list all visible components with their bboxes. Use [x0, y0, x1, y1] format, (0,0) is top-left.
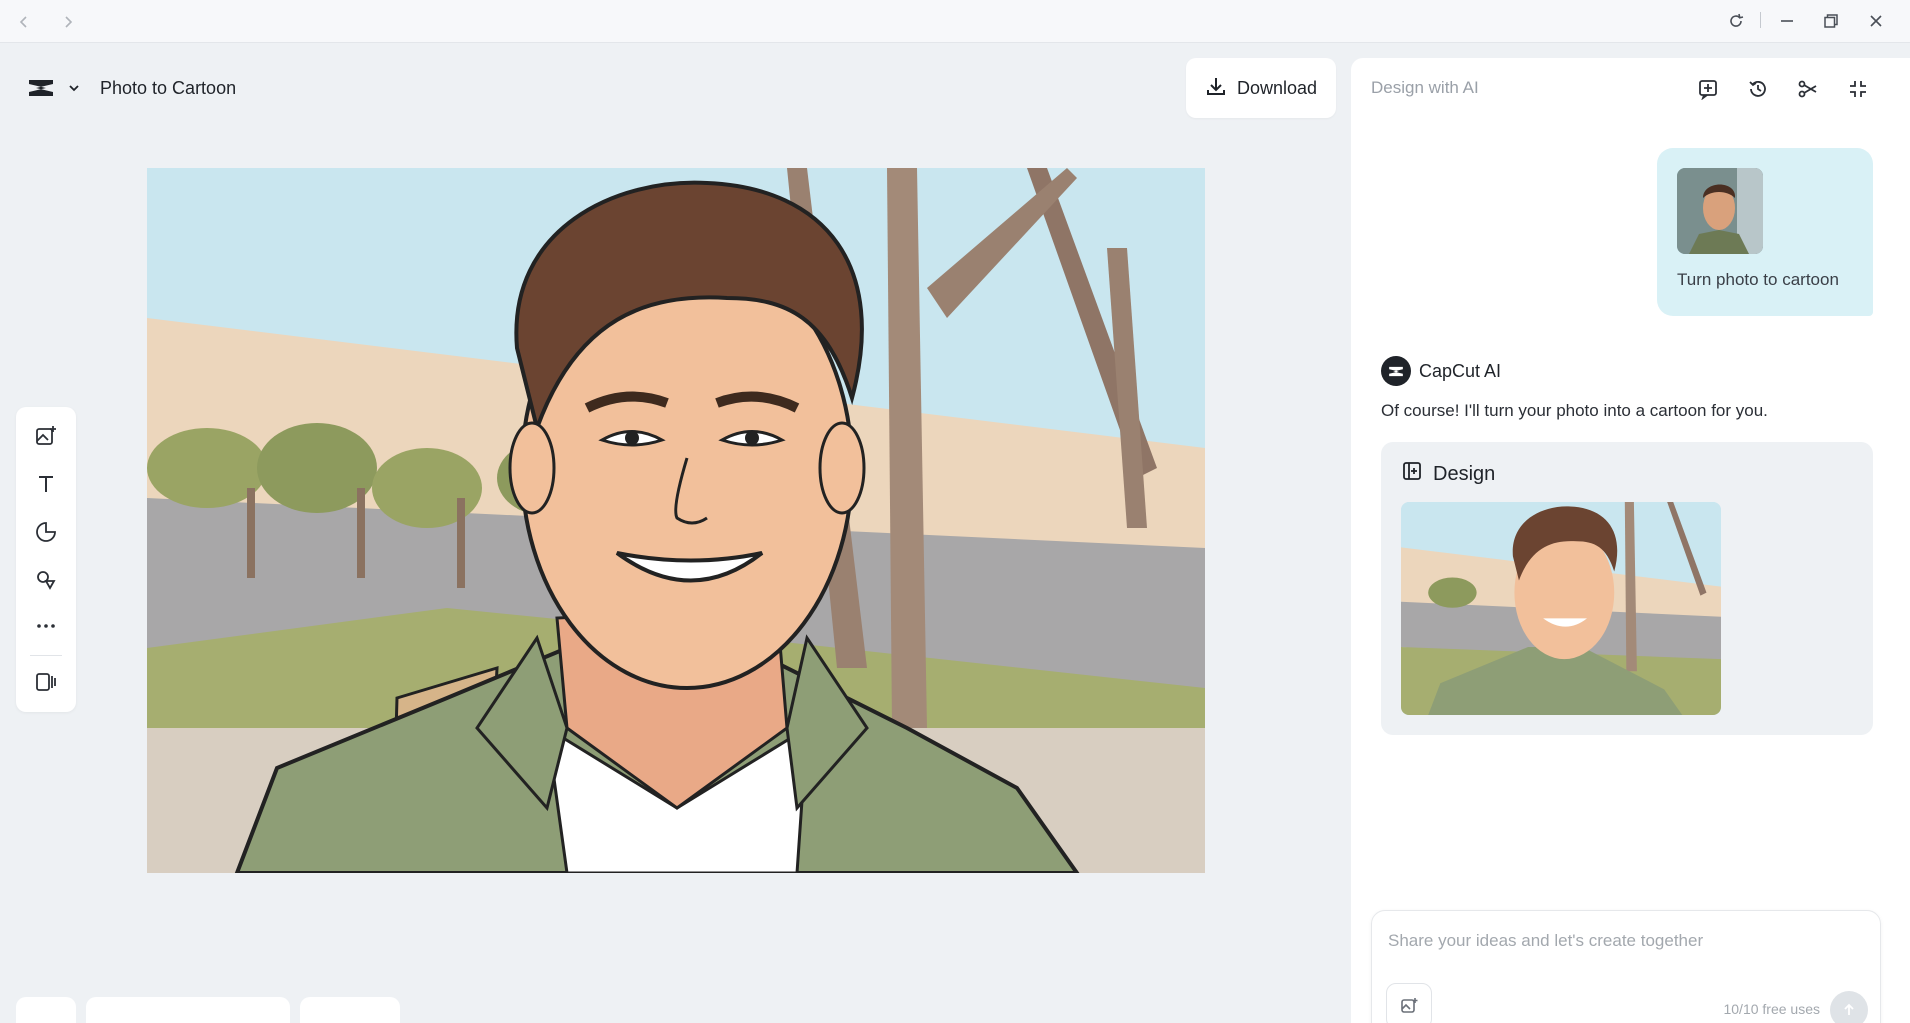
design-icon [1401, 460, 1423, 488]
project-title[interactable]: Photo to Cartoon [100, 78, 236, 99]
design-ai-panel: Design with AI Turn photo to cartoon Cap… [1351, 58, 1910, 1023]
left-toolbar [16, 407, 76, 712]
share-icon[interactable] [1793, 74, 1823, 104]
capcut-logo-icon [26, 73, 56, 103]
ai-message-text: Of course! I'll turn your photo into a c… [1381, 401, 1768, 420]
new-chat-icon[interactable] [1693, 74, 1723, 104]
collapse-icon[interactable] [1843, 74, 1873, 104]
capcut-ai-avatar-icon [1381, 356, 1411, 386]
user-message-text: Turn photo to cartoon [1677, 270, 1839, 289]
chevron-down-icon[interactable] [64, 78, 84, 98]
more-icon[interactable] [31, 611, 61, 641]
text-icon[interactable] [31, 469, 61, 499]
ai-header: CapCut AI [1381, 356, 1501, 386]
bottom-extra-control[interactable] [300, 997, 400, 1023]
user-photo-thumbnail[interactable] [1677, 168, 1763, 254]
reload-icon[interactable] [1720, 6, 1752, 36]
history-icon[interactable] [1743, 74, 1773, 104]
layout-icon[interactable] [31, 667, 61, 697]
shapes-icon[interactable] [31, 564, 61, 594]
bottom-zoom-control[interactable] [86, 997, 290, 1023]
download-icon [1205, 75, 1227, 102]
design-label: Design [1433, 462, 1496, 485]
prompt-input-placeholder[interactable]: Share your ideas and let's create togeth… [1388, 931, 1703, 951]
bottom-home-control[interactable] [16, 997, 76, 1023]
download-label: Download [1236, 77, 1318, 98]
download-button[interactable]: Download [1186, 58, 1336, 118]
panel-title: Design with AI [1371, 78, 1479, 97]
image-upload-icon[interactable] [1386, 983, 1432, 1023]
minimize-icon[interactable] [1771, 6, 1803, 36]
toolbar-divider [30, 655, 62, 656]
free-uses-count: 10/10 free uses [1723, 1001, 1820, 1017]
back-arrow-icon[interactable] [10, 8, 38, 36]
restore-icon[interactable] [1815, 6, 1847, 36]
design-result-thumbnail[interactable] [1401, 502, 1721, 715]
cartoon-canvas-image[interactable] [147, 168, 1205, 873]
title-bar [0, 0, 1910, 43]
ai-name: CapCut AI [1419, 360, 1502, 381]
forward-arrow-icon[interactable] [54, 8, 82, 36]
sticker-icon[interactable] [31, 517, 61, 547]
title-separator [1760, 12, 1761, 28]
project-menu[interactable]: Photo to Cartoon [16, 60, 256, 116]
user-message-bubble: Turn photo to cartoon [1657, 148, 1873, 316]
design-header: Design [1401, 460, 1495, 488]
close-icon[interactable] [1860, 6, 1892, 36]
add-image-icon[interactable] [31, 421, 61, 451]
design-result-card: Design [1381, 442, 1873, 735]
send-button[interactable] [1830, 991, 1868, 1023]
prompt-input-box[interactable]: Share your ideas and let's create togeth… [1371, 910, 1881, 1023]
